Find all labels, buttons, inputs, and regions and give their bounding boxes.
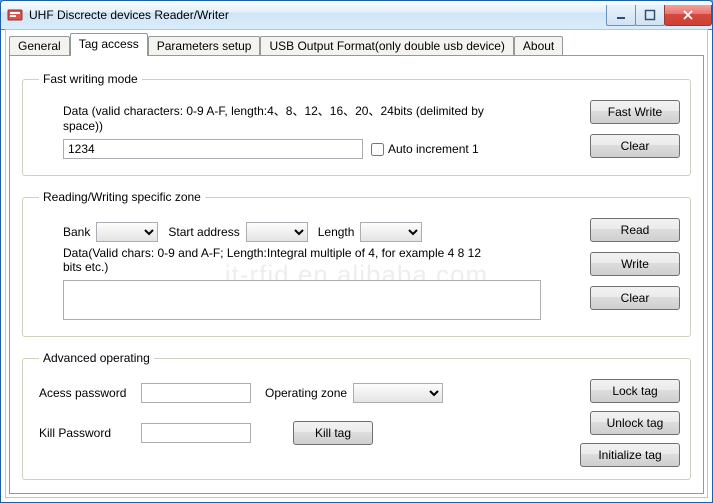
tab-tag-access[interactable]: Tag access	[70, 33, 148, 55]
group-advanced-legend: Advanced operating	[39, 351, 154, 365]
length-select[interactable]	[360, 222, 422, 242]
tab-page-tag-access: jt-rfid.en.alibaba.com Fast writing mode…	[9, 55, 704, 494]
tab-parameters[interactable]: Parameters setup	[148, 36, 261, 56]
maximize-button[interactable]	[635, 5, 665, 26]
auto-increment-label: Auto increment 1	[388, 142, 479, 156]
tab-about[interactable]: About	[514, 36, 563, 56]
group-advanced: Advanced operating Acess password Operat…	[22, 351, 691, 480]
tab-general[interactable]: General	[9, 36, 70, 56]
rw-zone-data-input[interactable]	[63, 280, 541, 320]
auto-increment-checkbox-label[interactable]: Auto increment 1	[371, 142, 479, 156]
group-rw-zone: Reading/Writing specific zone Bank Start…	[22, 190, 691, 337]
group-fast-write-legend: Fast writing mode	[39, 72, 142, 86]
fast-write-hint: Data (valid characters: 0-9 A-F, length:…	[63, 102, 493, 133]
fast-write-button[interactable]: Fast Write	[590, 100, 680, 124]
initialize-tag-button[interactable]: Initialize tag	[580, 443, 680, 467]
operating-zone-select[interactable]	[353, 383, 443, 403]
length-label: Length	[318, 225, 355, 239]
kill-tag-button[interactable]: Kill tag	[293, 421, 373, 445]
unlock-tag-button[interactable]: Unlock tag	[590, 411, 680, 435]
window-title: UHF Discrecte devices Reader/Writer	[29, 8, 607, 22]
fast-write-clear-button[interactable]: Clear	[590, 134, 680, 158]
app-icon	[7, 7, 23, 23]
access-password-input[interactable]	[141, 383, 251, 403]
access-password-label: Acess password	[39, 386, 135, 400]
window-controls	[607, 5, 712, 25]
read-button[interactable]: Read	[590, 218, 680, 242]
group-rw-zone-legend: Reading/Writing specific zone	[39, 190, 205, 204]
tab-strip: General Tag access Parameters setup USB …	[6, 33, 707, 55]
start-address-label: Start address	[168, 225, 239, 239]
client-area: General Tag access Parameters setup USB …	[5, 29, 708, 498]
group-fast-write: Fast writing mode Data (valid characters…	[22, 72, 691, 176]
write-button[interactable]: Write	[590, 252, 680, 276]
lock-tag-button[interactable]: Lock tag	[590, 379, 680, 403]
kill-password-label: Kill Password	[39, 426, 135, 440]
start-address-select[interactable]	[246, 222, 308, 242]
fast-write-data-input[interactable]	[63, 139, 363, 159]
rw-clear-button[interactable]: Clear	[590, 286, 680, 310]
minimize-button[interactable]	[606, 5, 636, 26]
tab-usb-output[interactable]: USB Output Format(only double usb device…	[260, 36, 513, 56]
bank-label: Bank	[63, 225, 90, 239]
operating-zone-label: Operating zone	[265, 386, 347, 400]
rw-zone-data-hint: Data(Valid chars: 0-9 and A-F; Length:In…	[63, 246, 493, 274]
kill-password-input[interactable]	[141, 423, 251, 443]
bank-select[interactable]	[96, 222, 158, 242]
close-button[interactable]	[664, 5, 712, 26]
auto-increment-checkbox[interactable]	[371, 143, 384, 156]
app-window: UHF Discrecte devices Reader/Writer Gene…	[0, 0, 713, 503]
title-bar: UHF Discrecte devices Reader/Writer	[1, 1, 712, 30]
